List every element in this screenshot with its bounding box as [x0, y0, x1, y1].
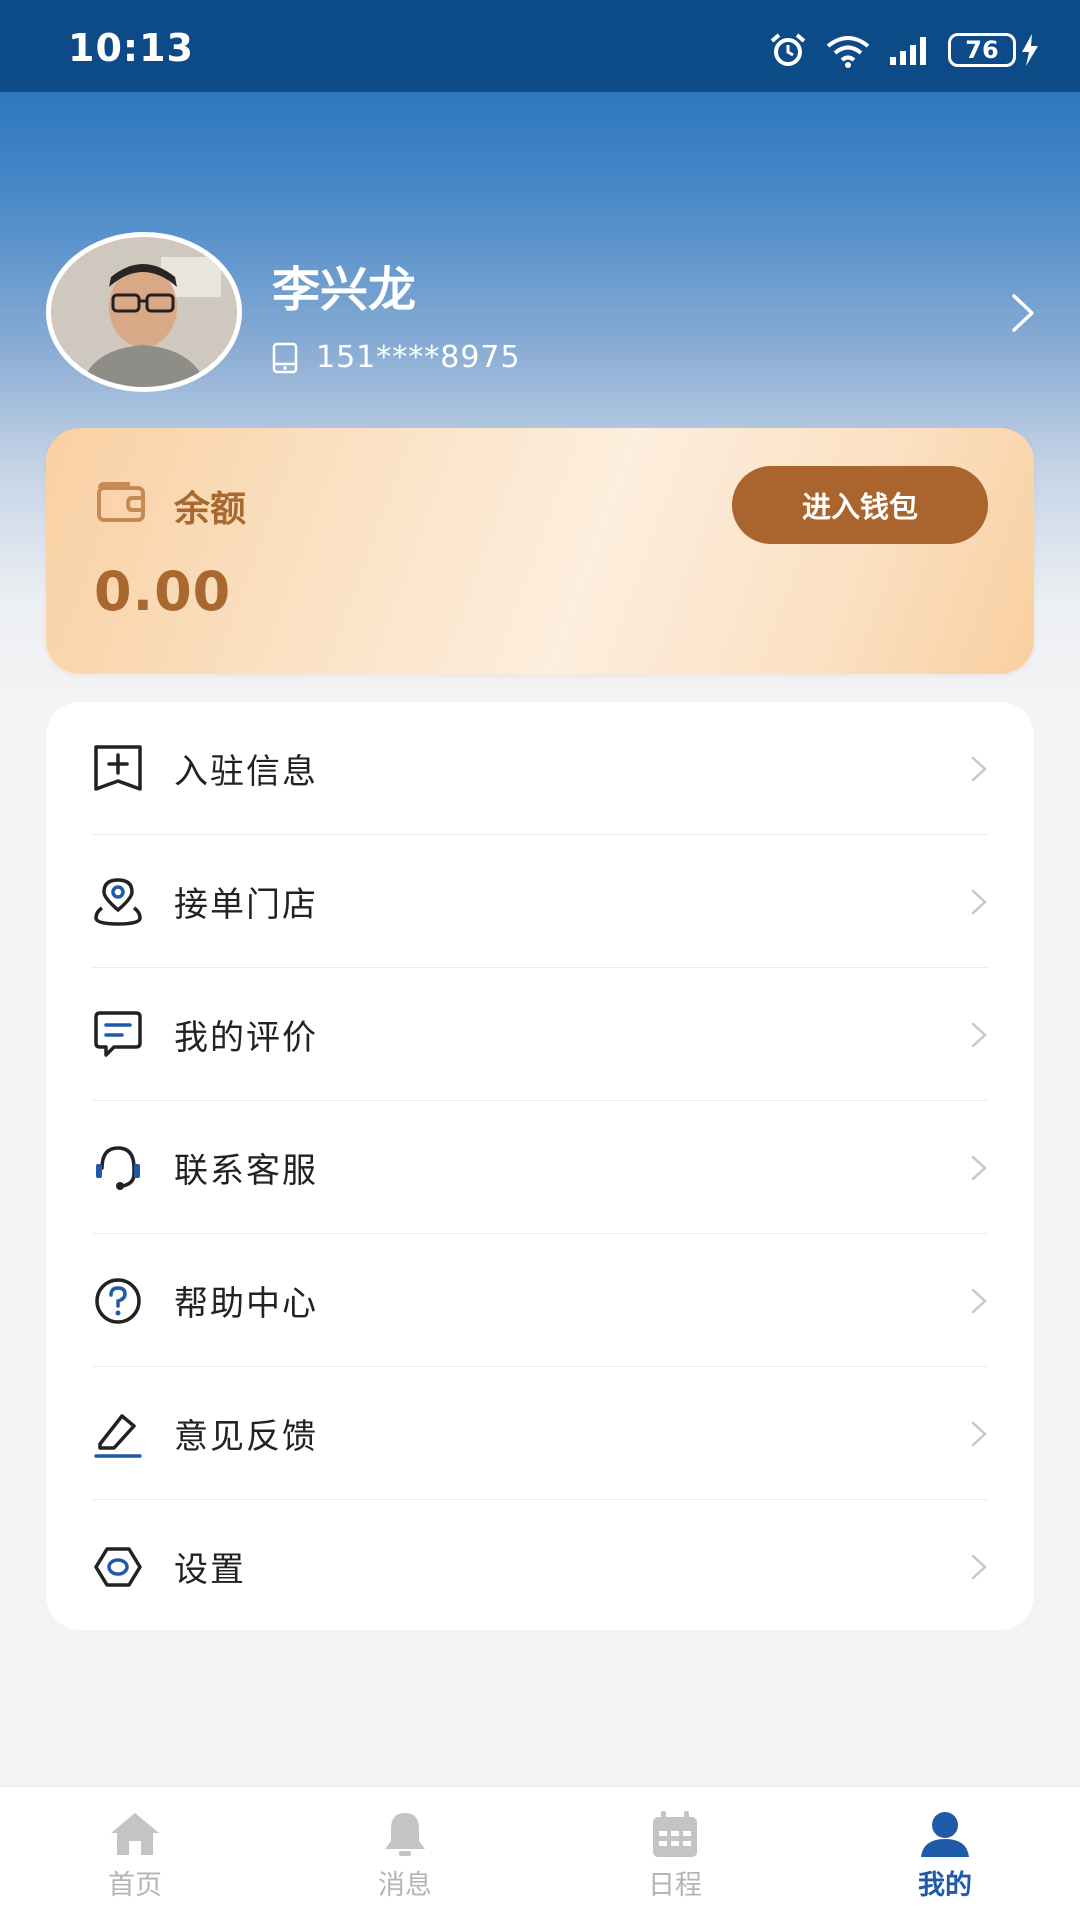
tab-schedule[interactable]: 日程	[540, 1787, 810, 1920]
chevron-right-icon	[971, 1421, 987, 1446]
status-time: 10:13	[68, 26, 194, 70]
enter-wallet-button[interactable]: 进入钱包	[732, 466, 988, 544]
battery-indicator: 76	[948, 33, 1040, 67]
menu-item-label: 联系客服	[174, 1151, 318, 1191]
tab-label: 首页	[108, 1870, 162, 1901]
tab-label: 我的	[918, 1870, 972, 1901]
help-circle-icon	[92, 1275, 144, 1327]
alarm-icon	[770, 33, 806, 66]
chevron-right-icon	[971, 756, 987, 781]
menu-list: 入驻信息 接单门店 我的评价 联系客服 帮助中心 意见反馈 设置	[46, 702, 1034, 1630]
menu-item-customer-service[interactable]: 联系客服	[92, 1101, 988, 1234]
menu-item-label: 接单门店	[174, 885, 318, 925]
charging-icon	[1022, 34, 1038, 66]
tab-home[interactable]: 首页	[0, 1787, 270, 1920]
wallet-icon	[97, 482, 145, 522]
menu-item-label: 入驻信息	[174, 752, 318, 792]
user-icon	[921, 1812, 969, 1857]
menu-item-my-reviews[interactable]: 我的评价	[92, 968, 988, 1101]
avatar-photo	[51, 237, 237, 387]
headset-icon	[92, 1142, 144, 1194]
bell-icon	[385, 1813, 425, 1856]
tab-label: 日程	[648, 1870, 702, 1901]
bottom-tab-bar: 首页 消息 日程 我的	[0, 1786, 1080, 1920]
menu-item-label: 设置	[174, 1550, 246, 1590]
profile-chevron-right-icon[interactable]	[1008, 292, 1038, 334]
status-icons: 76	[768, 28, 1040, 72]
tab-label: 消息	[378, 1870, 432, 1901]
wallet-label: 余额	[174, 489, 247, 530]
battery-level: 76	[948, 33, 1016, 67]
menu-item-order-store[interactable]: 接单门店	[92, 835, 988, 968]
chevron-right-icon	[971, 1022, 987, 1047]
chat-bubble-icon	[92, 1009, 144, 1061]
avatar[interactable]	[46, 232, 242, 392]
menu-item-settlement-info[interactable]: 入驻信息	[92, 702, 988, 835]
settings-hexagon-icon	[92, 1541, 144, 1593]
tab-messages[interactable]: 消息	[270, 1787, 540, 1920]
tab-mine[interactable]: 我的	[810, 1787, 1080, 1920]
menu-item-help-center[interactable]: 帮助中心	[92, 1234, 988, 1367]
user-phone-row: 151****8975	[272, 340, 521, 375]
menu-item-feedback[interactable]: 意见反馈	[92, 1367, 988, 1500]
chevron-right-icon	[971, 1155, 987, 1180]
signal-icon	[890, 37, 926, 65]
phone-icon	[272, 342, 298, 373]
profile-page: 10:13 76 李兴龙 151****8975 余额 0.00 进入钱包 入驻…	[0, 0, 1080, 1920]
user-name: 李兴龙	[272, 262, 417, 318]
chevron-right-icon	[971, 1288, 987, 1313]
menu-item-settings[interactable]: 设置	[92, 1500, 988, 1633]
menu-item-label: 我的评价	[174, 1018, 318, 1058]
wifi-icon	[826, 36, 870, 68]
home-icon	[111, 1813, 159, 1855]
status-bar: 10:13 76	[0, 0, 1080, 92]
user-phone: 151****8975	[316, 340, 521, 375]
calendar-icon	[653, 1811, 697, 1857]
location-pin-icon	[92, 876, 144, 928]
menu-item-label: 意见反馈	[174, 1417, 318, 1457]
chevron-right-icon	[971, 1554, 987, 1579]
wallet-card: 余额 0.00 进入钱包	[46, 428, 1034, 674]
add-bookmark-icon	[92, 743, 144, 795]
wallet-balance: 0.00	[94, 560, 232, 623]
menu-item-label: 帮助中心	[174, 1284, 318, 1324]
chevron-right-icon	[971, 889, 987, 914]
edit-pen-icon	[92, 1408, 144, 1460]
